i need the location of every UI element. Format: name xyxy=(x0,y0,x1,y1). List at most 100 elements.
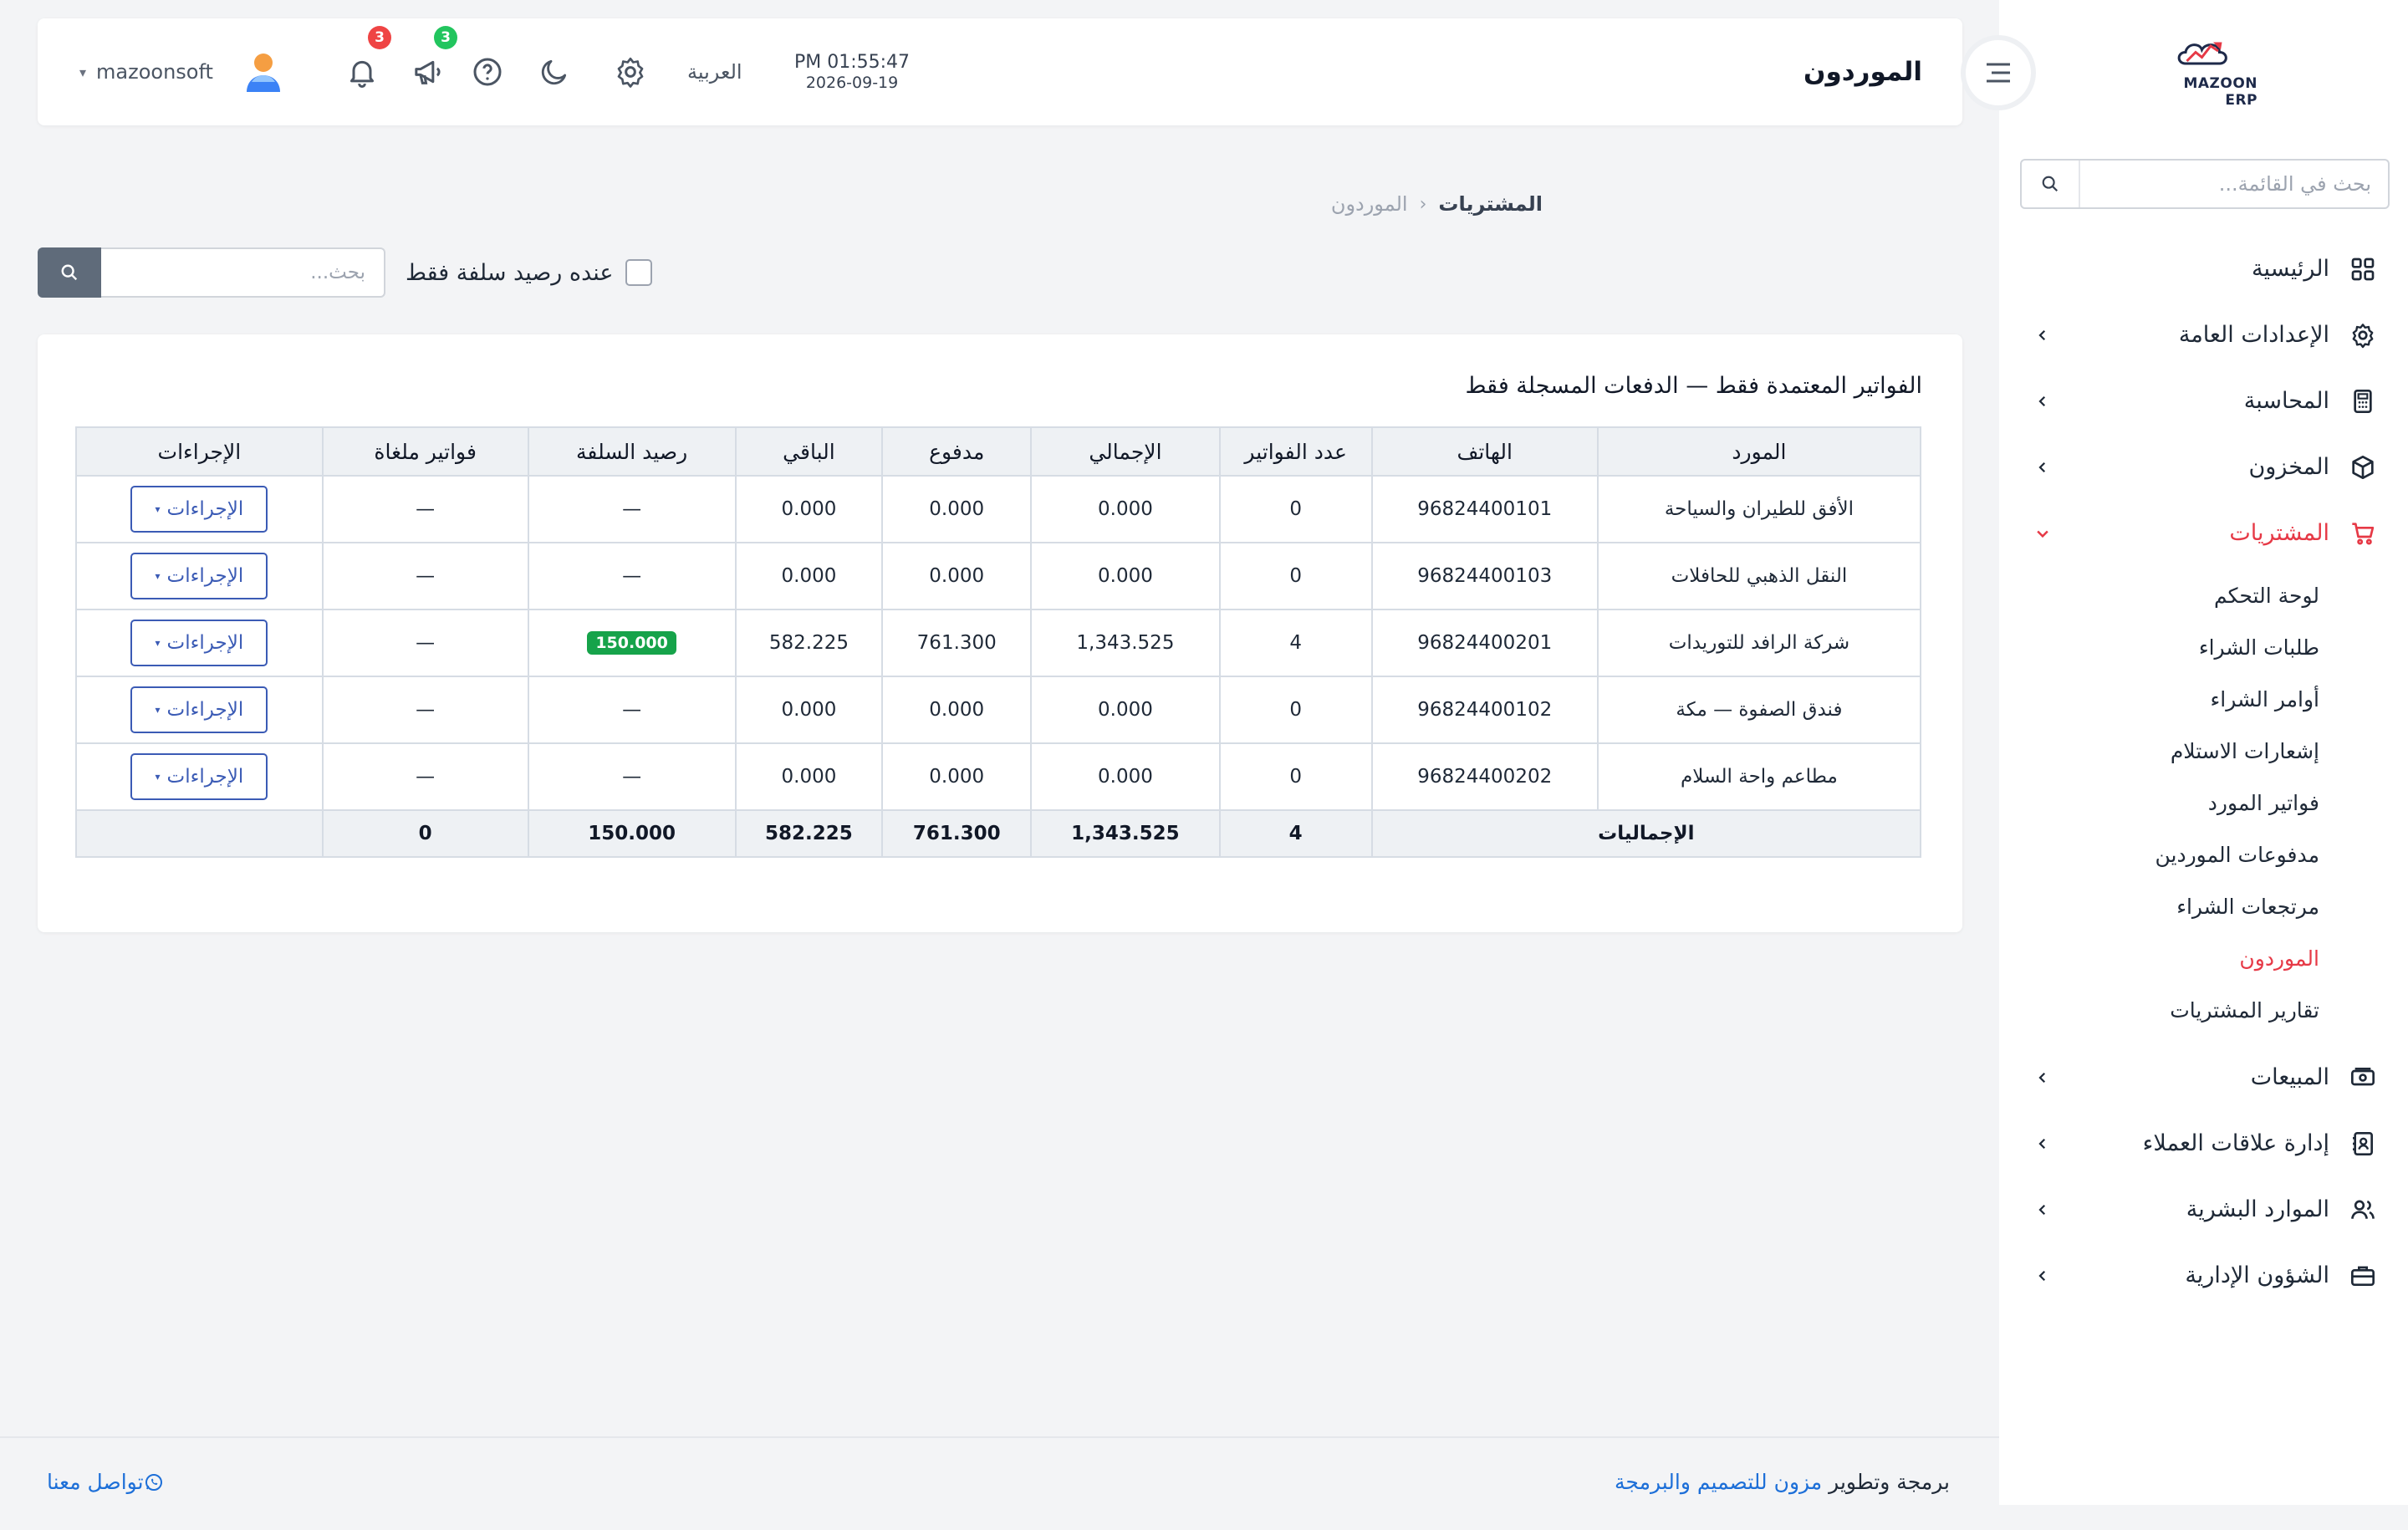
breadcrumb-root[interactable]: المشتريات xyxy=(1438,192,1543,216)
settings-button[interactable] xyxy=(613,54,648,89)
actions-dropdown-button[interactable]: الإجراءات ▾ xyxy=(130,753,268,800)
totals-advance-balance: 150.000 xyxy=(527,809,737,858)
sidebar-item-crm[interactable]: إدارة علاقات العملاء xyxy=(1999,1110,2408,1176)
sidebar-item-label: الشؤون الإدارية xyxy=(2185,1262,2329,1288)
user-menu[interactable]: ▾ mazoonsoft xyxy=(79,50,283,94)
sidebar-subitem-supplier-invoices[interactable]: فواتير المورد xyxy=(1999,777,2408,829)
totals-remaining: 582.225 xyxy=(734,809,884,858)
actions-label: الإجراءات xyxy=(166,699,244,721)
sidebar-item-admin[interactable]: الشؤون الإدارية xyxy=(1999,1242,2408,1308)
remaining-cell: 0.000 xyxy=(734,475,884,543)
total-cell: 0.000 xyxy=(1030,742,1221,811)
breadcrumb: المشتريات ‹ الموردون xyxy=(1331,192,1543,216)
column-header[interactable]: مدفوع xyxy=(881,426,1033,477)
column-header[interactable]: عدد الفواتير xyxy=(1218,426,1373,477)
chevron-left-icon xyxy=(2033,1266,2053,1286)
sidebar-search-input[interactable] xyxy=(2080,161,2388,207)
sidebar-item-inventory[interactable]: المخزون xyxy=(1999,434,2408,500)
column-header[interactable]: فواتير ملغاة xyxy=(321,426,529,477)
actions-label: الإجراءات xyxy=(166,565,244,587)
contacts-icon xyxy=(2348,1129,2378,1159)
actions-dropdown-button[interactable]: الإجراءات ▾ xyxy=(130,620,268,666)
sidebar-subitem-receipt-notices[interactable]: إشعارات الاستلام xyxy=(1999,725,2408,777)
column-header[interactable]: الباقي xyxy=(734,426,884,477)
language-switch[interactable]: العربية xyxy=(687,60,742,84)
actions-dropdown-button[interactable]: الإجراءات ▾ xyxy=(130,553,268,599)
sidebar-item-purchases[interactable]: المشتريات xyxy=(1999,500,2408,566)
notifications-button[interactable]: 3 xyxy=(344,26,391,89)
dark-mode-toggle[interactable] xyxy=(537,54,572,89)
phone-cell: 96824400202 xyxy=(1370,742,1599,811)
sidebar-item-label: إدارة علاقات العملاء xyxy=(2142,1130,2329,1156)
sidebar-subitem-purchase-returns[interactable]: مرتجعات الشراء xyxy=(1999,880,2408,932)
column-header[interactable]: الهاتف xyxy=(1370,426,1599,477)
search-icon xyxy=(2042,176,2059,192)
phone-cell: 96824400201 xyxy=(1370,609,1599,677)
sidebar-item-label: المحاسبة xyxy=(2243,388,2329,414)
contact-us-link[interactable]: تواصل معنا xyxy=(47,1470,174,1494)
sidebar-subitem-purchase-reports[interactable]: تقارير المشتريات xyxy=(1999,984,2408,1036)
sidebar-subitem-purchase-requests[interactable]: طلبات الشراء xyxy=(1999,621,2408,673)
advance-balance-checkbox[interactable] xyxy=(625,259,652,286)
chevron-down-icon: ▾ xyxy=(79,64,87,80)
sidebar-subitem-suppliers[interactable]: الموردون xyxy=(1999,932,2408,984)
sidebar-subitem-purchase-orders[interactable]: أوامر الشراء xyxy=(1999,673,2408,725)
paid-cell: 0.000 xyxy=(881,742,1033,811)
cart-icon xyxy=(2348,518,2378,548)
actions-dropdown-button[interactable]: الإجراءات ▾ xyxy=(130,486,268,533)
sidebar-item-label: المبيعات xyxy=(2250,1064,2329,1090)
chevron-left-icon xyxy=(2033,325,2053,345)
totals-actions-empty xyxy=(75,809,324,858)
sidebar-toggle-button[interactable] xyxy=(1961,35,2036,110)
help-button[interactable] xyxy=(470,54,505,89)
search-input[interactable] xyxy=(101,247,385,298)
column-header[interactable]: رصيد السلفة xyxy=(527,426,737,477)
sidebar-item-label: الرئيسية xyxy=(2252,256,2329,282)
grid-icon xyxy=(2348,254,2378,284)
clock: PM 01:55:47 2026-09-19 xyxy=(794,52,910,92)
totals-row: الإجماليات 4 1,343.525 761.300 582.225 1… xyxy=(75,809,1922,858)
sidebar-item-settings[interactable]: الإعدادات العامة xyxy=(1999,302,2408,368)
sidebar-item-home[interactable]: الرئيسية xyxy=(1999,236,2408,302)
box-icon xyxy=(2348,452,2378,482)
cancelled-invoices-cell: — xyxy=(321,676,529,744)
help-icon xyxy=(473,58,502,86)
table-row: فندق الصفوة — مكة 96824400102 0 0.000 0.… xyxy=(75,676,1922,744)
column-header[interactable]: المورد xyxy=(1596,426,1922,477)
sidebar-subitem-supplier-payments[interactable]: مدفوعات الموردين xyxy=(1999,829,2408,880)
total-cell: 1,343.525 xyxy=(1030,609,1221,677)
caret-down-icon: ▾ xyxy=(155,771,161,783)
invoice-count-cell: 0 xyxy=(1218,676,1373,744)
sidebar-search-button[interactable] xyxy=(2022,161,2080,207)
column-header[interactable]: الإجمالي xyxy=(1030,426,1221,477)
phone-cell: 96824400102 xyxy=(1370,676,1599,744)
chevron-left-icon: ‹ xyxy=(1419,193,1427,215)
remaining-cell: 0.000 xyxy=(734,742,884,811)
bell-icon xyxy=(350,60,374,88)
users-icon xyxy=(2348,1195,2378,1225)
page-title: الموردون xyxy=(1803,57,1922,87)
cancelled-invoices-cell: — xyxy=(321,475,529,543)
sidebar-subitem-dashboard[interactable]: لوحة التحكم xyxy=(1999,569,2408,621)
totals-paid: 761.300 xyxy=(881,809,1033,858)
announcements-button[interactable]: 3 xyxy=(411,26,457,89)
search-button[interactable] xyxy=(38,247,101,298)
phone-cell: 96824400103 xyxy=(1370,542,1599,610)
advance-balance-filter[interactable]: عنده رصيد سلفة فقط xyxy=(406,259,652,286)
column-header: الإجراءات xyxy=(75,426,324,477)
sidebar-item-accounting[interactable]: المحاسبة xyxy=(1999,368,2408,434)
sidebar: MAZOON ERP الرئيسية الإعدادات العامة الم… xyxy=(1999,0,2408,1505)
chevron-left-icon xyxy=(2033,1068,2053,1088)
paid-cell: 0.000 xyxy=(881,676,1033,744)
actions-cell: الإجراءات ▾ xyxy=(75,742,324,811)
purchases-submenu: لوحة التحكم طلبات الشراء أوامر الشراء إش… xyxy=(1999,566,2408,1044)
gear-icon xyxy=(2348,320,2378,350)
app-logo[interactable]: MAZOON ERP xyxy=(2149,33,2258,109)
sidebar-item-label: المخزون xyxy=(2248,454,2329,480)
remaining-cell: 582.225 xyxy=(734,609,884,677)
sidebar-item-hr[interactable]: الموارد البشرية xyxy=(1999,1176,2408,1242)
breadcrumb-current: الموردون xyxy=(1330,192,1408,216)
footer-credit-link[interactable]: مزون للتصميم والبرمجة xyxy=(1615,1470,1822,1494)
actions-dropdown-button[interactable]: الإجراءات ▾ xyxy=(130,686,268,733)
sidebar-item-sales[interactable]: المبيعات xyxy=(1999,1044,2408,1110)
